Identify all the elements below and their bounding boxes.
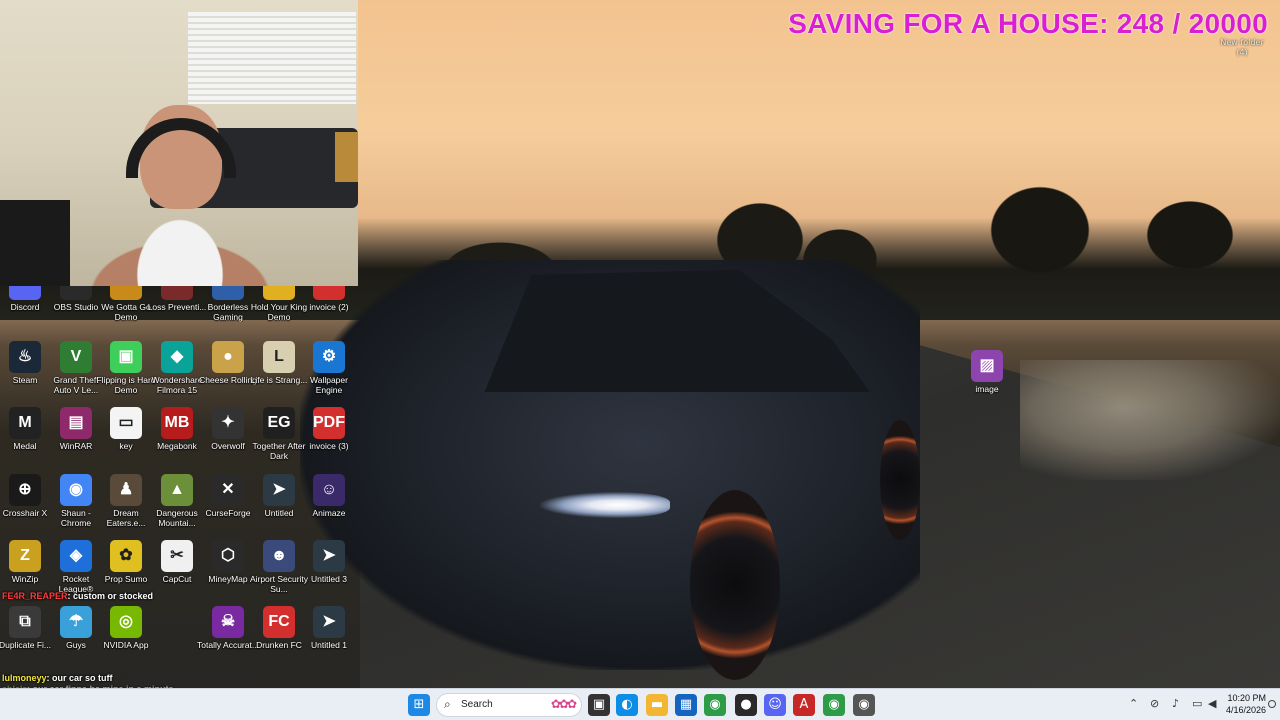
notification-icon[interactable] [1268, 700, 1276, 708]
acrobat-icon[interactable]: A [793, 694, 815, 716]
pdf-icon [313, 286, 345, 300]
start-icon[interactable]: ⊞ [408, 694, 430, 716]
desktop-icon-untitled-1[interactable]: ➤ Untitled 1 [298, 606, 360, 650]
task-view-icon[interactable]: ▣ [588, 694, 610, 716]
chat-text: : our car so tuff [46, 673, 113, 683]
capcut-icon: ✂ [161, 540, 193, 572]
winrar-icon: ▤ [60, 407, 92, 439]
desktop-icon-label: NVIDIA App [103, 640, 149, 650]
desktop-icon-invoice-3[interactable]: PDF invoice (3) [298, 407, 360, 451]
borderless-icon [212, 286, 244, 300]
chat-username: FE4R_REAPER [2, 591, 68, 601]
capcut-project-icon: ➤ [313, 540, 345, 572]
chat-text: : custom or stocked [67, 591, 154, 601]
file-icon: ▭ [110, 407, 142, 439]
wallpaper-engine-icon: ⚙ [313, 341, 345, 373]
game-icon [161, 286, 193, 300]
taskbar-clock[interactable]: 10:20 PM 4/16/2026 [1196, 692, 1266, 716]
game-icon: ☻ [263, 540, 295, 572]
capcut-project-icon: ➤ [263, 474, 295, 506]
game-icon: ♟ [110, 474, 142, 506]
wallpaper-car-front-wheel [690, 490, 780, 680]
desktop-icon-invoice-2[interactable]: invoice (2) [298, 286, 360, 312]
chrome-profile-icon[interactable]: ◉ [823, 694, 845, 716]
mineymap-icon: ⬡ [212, 540, 244, 572]
capcut-project-icon: ➤ [313, 606, 345, 638]
webcam-feed [0, 0, 358, 286]
chrome-icon[interactable]: ◉ [704, 694, 726, 716]
microphone-icon[interactable]: ♪ [1172, 697, 1179, 710]
desktop-icon-label: invoice (2) [309, 302, 349, 312]
chat-message: lulmoneyy: our car so tuff [2, 673, 302, 684]
desktop-icon-nvidia-app[interactable]: ◎ NVIDIA App [95, 606, 157, 650]
discord-icon [9, 286, 41, 300]
store-icon[interactable]: ▦ [675, 694, 697, 716]
wallpaper-rocks [1020, 360, 1280, 480]
taskbar: ⊞ ▣ ◐ ▬ ▦ ◉ ● ☺ A ◉ ◉ ⌕ Search ✿✿✿ ⌃ ⊘ ♪ ▭ ◀ 10:20… [0, 688, 1280, 720]
game-icon: ✿ [110, 540, 142, 572]
desktop-icon-animaze[interactable]: ☺ Animaze [298, 474, 360, 518]
stream-chat-top: FE4R_REAPER: custom or stocked [2, 591, 302, 602]
winzip-icon: Z [9, 540, 41, 572]
desktop-icon-wallpaper-engine[interactable]: ⚙ Wallpaper Engine [298, 341, 360, 395]
game-icon: ☠ [212, 606, 244, 638]
taskbar-search-box[interactable]: ⌕ Search ✿✿✿ [436, 693, 582, 717]
obs-icon[interactable]: ● [735, 694, 757, 716]
game-icon: ● [212, 341, 244, 373]
headphones-icon [126, 118, 236, 178]
search-highlight-icon: ✿✿✿ [550, 697, 577, 711]
medal-icon: M [9, 407, 41, 439]
epic-games-icon: EG [263, 407, 295, 439]
game-icon: ▣ [110, 341, 142, 373]
webcam-shelf [335, 132, 358, 182]
search-icon: ⌕ [444, 697, 451, 711]
wallpaper-car-headlight [540, 492, 670, 518]
gta-icon: V [60, 341, 92, 373]
image-file-icon: ▨ [971, 350, 1003, 382]
desktop-icon-label: Untitled 1 [311, 640, 347, 650]
curseforge-icon: ✕ [212, 474, 244, 506]
crosshair-icon: ⊕ [9, 474, 41, 506]
search-placeholder: Search [461, 699, 493, 710]
desktop-icon-image[interactable]: ▨ image [956, 350, 1018, 394]
donation-goal-text: SAVING FOR A HOUSE: 248 / 20000 [788, 8, 1268, 39]
game-icon [263, 286, 295, 300]
animaze-icon: ☺ [313, 474, 345, 506]
network-icon[interactable]: ⊘ [1150, 697, 1159, 710]
wallpaper-car-rear-wheel [880, 420, 920, 540]
game-icon: FC [263, 606, 295, 638]
rocket-league-icon: ◈ [60, 540, 92, 572]
filmora-icon: ◆ [161, 341, 193, 373]
game-icon: ☂ [60, 606, 92, 638]
chrome-icon: ◉ [60, 474, 92, 506]
steam-icon: ♨ [9, 341, 41, 373]
overwolf-icon: ✦ [212, 407, 244, 439]
chat-message: FE4R_REAPER: custom or stocked [2, 591, 302, 602]
game-icon: L [263, 341, 295, 373]
desktop-icon-label: Untitled 3 [311, 574, 347, 584]
game-icon [110, 286, 142, 300]
nvidia-icon: ◎ [110, 606, 142, 638]
file-explorer-icon[interactable]: ▬ [646, 694, 668, 716]
desktop-icon-label: invoice (3) [309, 441, 349, 451]
chrome-profile-2-icon[interactable]: ◉ [853, 694, 875, 716]
desktop-icon-label: image [975, 384, 999, 394]
game-icon: ▲ [161, 474, 193, 506]
new-folder-label[interactable]: New folder (4) [1218, 38, 1266, 58]
desktop-icon-untitled-3[interactable]: ➤ Untitled 3 [298, 540, 360, 584]
clock-time: 10:20 PM [1227, 693, 1266, 703]
chat-username: lulmoneyy [2, 673, 47, 683]
desktop-icon-label: Animaze [312, 508, 346, 518]
edge-icon[interactable]: ◐ [616, 694, 638, 716]
chevron-up-icon[interactable]: ⌃ [1129, 697, 1138, 710]
game-icon: MB [161, 407, 193, 439]
pdf-icon: PDF [313, 407, 345, 439]
clock-date: 4/16/2026 [1225, 705, 1266, 715]
obs-icon [60, 286, 92, 300]
desktop-icon-label: Wallpaper Engine [310, 375, 348, 395]
discord-icon[interactable]: ☺ [764, 694, 786, 716]
app-icon: ⧉ [9, 606, 41, 638]
webcam-window-blinds [188, 12, 356, 104]
